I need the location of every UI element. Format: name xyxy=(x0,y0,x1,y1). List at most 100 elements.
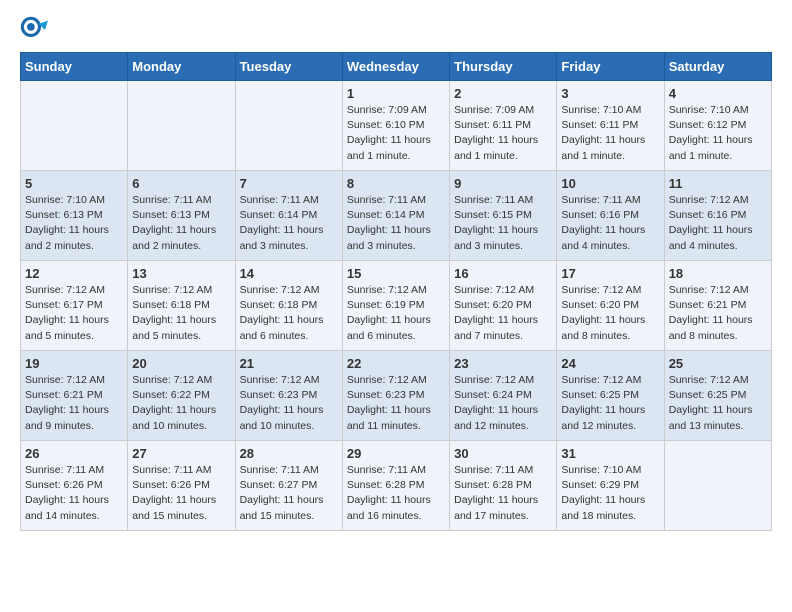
sunrise: Sunrise: 7:10 AM xyxy=(561,104,641,116)
day-number: 11 xyxy=(669,176,767,191)
sunrise: Sunrise: 7:12 AM xyxy=(347,284,427,296)
day-number: 26 xyxy=(25,446,123,461)
calendar-cell: 11 Sunrise: 7:12 AM Sunset: 6:16 PM Dayl… xyxy=(664,171,771,261)
calendar-cell xyxy=(664,441,771,531)
sunset: Sunset: 6:24 PM xyxy=(454,389,532,401)
cell-content: Sunrise: 7:12 AM Sunset: 6:25 PM Dayligh… xyxy=(669,373,767,434)
daylight: Daylight: 11 hours and 10 minutes. xyxy=(132,404,216,431)
sunrise: Sunrise: 7:12 AM xyxy=(454,374,534,386)
sunset: Sunset: 6:10 PM xyxy=(347,119,425,131)
day-number: 3 xyxy=(561,86,659,101)
cell-content: Sunrise: 7:11 AM Sunset: 6:14 PM Dayligh… xyxy=(240,193,338,254)
calendar-cell xyxy=(21,81,128,171)
sunrise: Sunrise: 7:12 AM xyxy=(669,284,749,296)
sunset: Sunset: 6:25 PM xyxy=(561,389,639,401)
calendar-cell: 4 Sunrise: 7:10 AM Sunset: 6:12 PM Dayli… xyxy=(664,81,771,171)
sunset: Sunset: 6:25 PM xyxy=(669,389,747,401)
calendar-cell: 8 Sunrise: 7:11 AM Sunset: 6:14 PM Dayli… xyxy=(342,171,449,261)
header-saturday: Saturday xyxy=(664,53,771,81)
day-number: 15 xyxy=(347,266,445,281)
sunset: Sunset: 6:22 PM xyxy=(132,389,210,401)
sunset: Sunset: 6:21 PM xyxy=(669,299,747,311)
day-number: 13 xyxy=(132,266,230,281)
sunrise: Sunrise: 7:11 AM xyxy=(454,464,533,476)
daylight: Daylight: 11 hours and 1 minute. xyxy=(347,134,431,161)
daylight: Daylight: 11 hours and 8 minutes. xyxy=(669,314,753,341)
cell-content: Sunrise: 7:12 AM Sunset: 6:20 PM Dayligh… xyxy=(561,283,659,344)
daylight: Daylight: 11 hours and 18 minutes. xyxy=(561,494,645,521)
daylight: Daylight: 11 hours and 6 minutes. xyxy=(347,314,431,341)
day-number: 10 xyxy=(561,176,659,191)
page-header xyxy=(20,16,772,44)
sunrise: Sunrise: 7:12 AM xyxy=(454,284,534,296)
day-number: 5 xyxy=(25,176,123,191)
sunrise: Sunrise: 7:10 AM xyxy=(669,104,749,116)
cell-content: Sunrise: 7:10 AM Sunset: 6:13 PM Dayligh… xyxy=(25,193,123,254)
cell-content: Sunrise: 7:12 AM Sunset: 6:21 PM Dayligh… xyxy=(669,283,767,344)
sunrise: Sunrise: 7:12 AM xyxy=(240,284,320,296)
sunset: Sunset: 6:17 PM xyxy=(25,299,103,311)
calendar-cell: 5 Sunrise: 7:10 AM Sunset: 6:13 PM Dayli… xyxy=(21,171,128,261)
sunset: Sunset: 6:23 PM xyxy=(240,389,318,401)
day-number: 31 xyxy=(561,446,659,461)
week-row-3: 12 Sunrise: 7:12 AM Sunset: 6:17 PM Dayl… xyxy=(21,261,772,351)
calendar-cell: 24 Sunrise: 7:12 AM Sunset: 6:25 PM Dayl… xyxy=(557,351,664,441)
sunrise: Sunrise: 7:11 AM xyxy=(454,194,533,206)
sunrise: Sunrise: 7:12 AM xyxy=(25,284,105,296)
sunset: Sunset: 6:13 PM xyxy=(25,209,103,221)
day-number: 4 xyxy=(669,86,767,101)
day-number: 30 xyxy=(454,446,552,461)
cell-content: Sunrise: 7:11 AM Sunset: 6:26 PM Dayligh… xyxy=(25,463,123,524)
cell-content: Sunrise: 7:12 AM Sunset: 6:20 PM Dayligh… xyxy=(454,283,552,344)
sunrise: Sunrise: 7:09 AM xyxy=(347,104,427,116)
day-number: 14 xyxy=(240,266,338,281)
sunrise: Sunrise: 7:12 AM xyxy=(132,374,212,386)
calendar-cell: 18 Sunrise: 7:12 AM Sunset: 6:21 PM Dayl… xyxy=(664,261,771,351)
daylight: Daylight: 11 hours and 15 minutes. xyxy=(132,494,216,521)
sunset: Sunset: 6:26 PM xyxy=(25,479,103,491)
calendar-table: SundayMondayTuesdayWednesdayThursdayFrid… xyxy=(20,52,772,531)
calendar-cell: 12 Sunrise: 7:12 AM Sunset: 6:17 PM Dayl… xyxy=(21,261,128,351)
daylight: Daylight: 11 hours and 16 minutes. xyxy=(347,494,431,521)
cell-content: Sunrise: 7:11 AM Sunset: 6:14 PM Dayligh… xyxy=(347,193,445,254)
day-number: 29 xyxy=(347,446,445,461)
sunset: Sunset: 6:14 PM xyxy=(240,209,318,221)
sunrise: Sunrise: 7:12 AM xyxy=(669,374,749,386)
sunrise: Sunrise: 7:11 AM xyxy=(25,464,104,476)
cell-content: Sunrise: 7:11 AM Sunset: 6:27 PM Dayligh… xyxy=(240,463,338,524)
cell-content: Sunrise: 7:12 AM Sunset: 6:23 PM Dayligh… xyxy=(347,373,445,434)
sunset: Sunset: 6:19 PM xyxy=(347,299,425,311)
sunset: Sunset: 6:20 PM xyxy=(454,299,532,311)
day-number: 1 xyxy=(347,86,445,101)
sunset: Sunset: 6:11 PM xyxy=(561,119,638,131)
cell-content: Sunrise: 7:12 AM Sunset: 6:22 PM Dayligh… xyxy=(132,373,230,434)
day-number: 7 xyxy=(240,176,338,191)
calendar-cell: 16 Sunrise: 7:12 AM Sunset: 6:20 PM Dayl… xyxy=(450,261,557,351)
daylight: Daylight: 11 hours and 14 minutes. xyxy=(25,494,109,521)
day-number: 24 xyxy=(561,356,659,371)
sunrise: Sunrise: 7:12 AM xyxy=(25,374,105,386)
calendar-cell: 30 Sunrise: 7:11 AM Sunset: 6:28 PM Dayl… xyxy=(450,441,557,531)
sunset: Sunset: 6:27 PM xyxy=(240,479,318,491)
day-number: 20 xyxy=(132,356,230,371)
sunset: Sunset: 6:16 PM xyxy=(561,209,639,221)
daylight: Daylight: 11 hours and 17 minutes. xyxy=(454,494,538,521)
cell-content: Sunrise: 7:12 AM Sunset: 6:16 PM Dayligh… xyxy=(669,193,767,254)
daylight: Daylight: 11 hours and 1 minute. xyxy=(454,134,538,161)
sunrise: Sunrise: 7:10 AM xyxy=(561,464,641,476)
header-tuesday: Tuesday xyxy=(235,53,342,81)
calendar-cell: 7 Sunrise: 7:11 AM Sunset: 6:14 PM Dayli… xyxy=(235,171,342,261)
cell-content: Sunrise: 7:12 AM Sunset: 6:23 PM Dayligh… xyxy=(240,373,338,434)
calendar-cell: 31 Sunrise: 7:10 AM Sunset: 6:29 PM Dayl… xyxy=(557,441,664,531)
daylight: Daylight: 11 hours and 7 minutes. xyxy=(454,314,538,341)
day-number: 12 xyxy=(25,266,123,281)
sunset: Sunset: 6:11 PM xyxy=(454,119,531,131)
daylight: Daylight: 11 hours and 10 minutes. xyxy=(240,404,324,431)
day-number: 25 xyxy=(669,356,767,371)
daylight: Daylight: 11 hours and 2 minutes. xyxy=(132,224,216,251)
daylight: Daylight: 11 hours and 1 minute. xyxy=(561,134,645,161)
cell-content: Sunrise: 7:10 AM Sunset: 6:12 PM Dayligh… xyxy=(669,103,767,164)
day-number: 2 xyxy=(454,86,552,101)
sunrise: Sunrise: 7:11 AM xyxy=(132,194,211,206)
sunrise: Sunrise: 7:12 AM xyxy=(669,194,749,206)
